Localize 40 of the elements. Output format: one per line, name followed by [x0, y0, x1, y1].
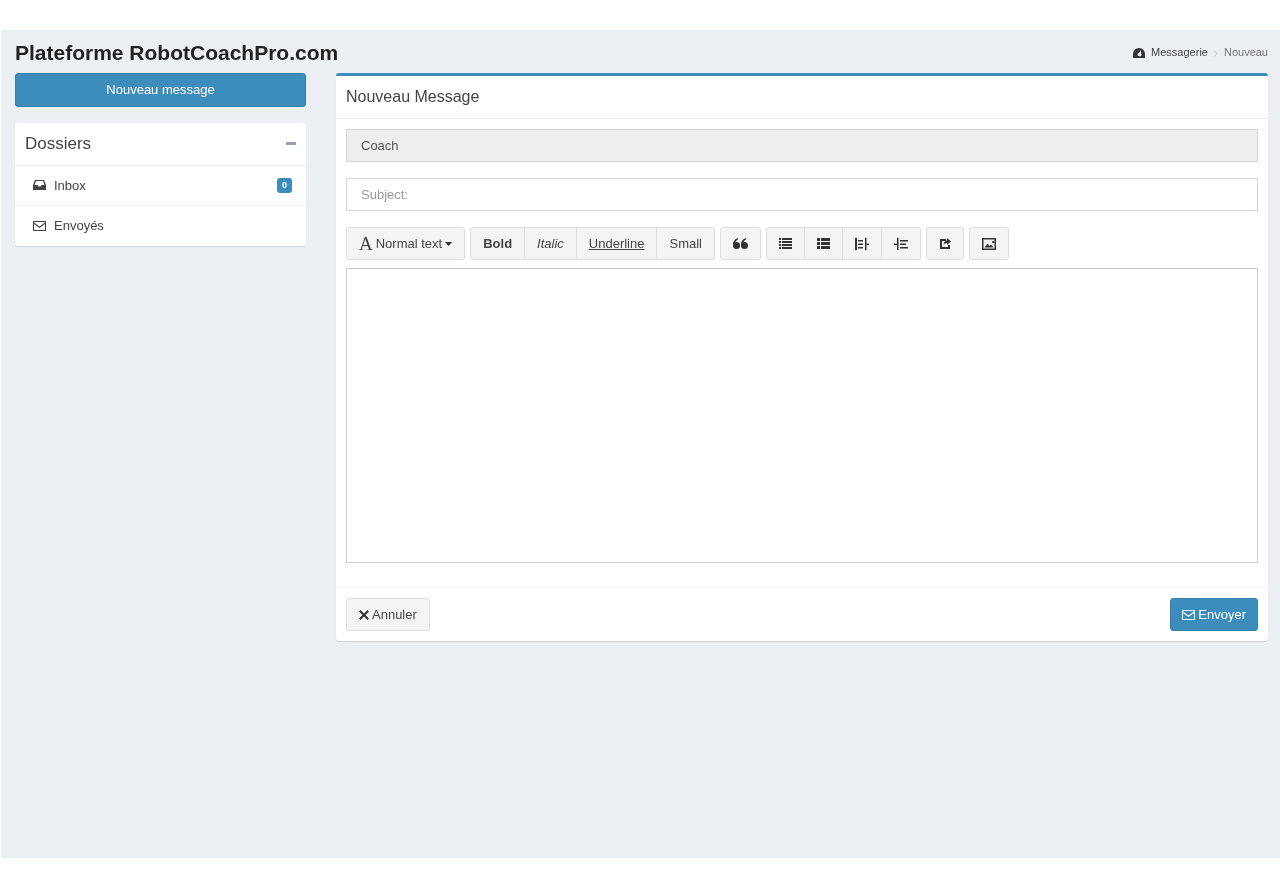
cancel-button[interactable]: Annuler — [346, 598, 430, 632]
quote-icon — [733, 238, 748, 250]
list-ol-button[interactable] — [805, 227, 843, 261]
italic-button[interactable]: Italic — [525, 227, 577, 261]
share-button[interactable] — [926, 227, 964, 261]
small-text-button[interactable]: Small — [657, 227, 715, 261]
envelope-icon — [33, 220, 46, 231]
inbox-icon — [33, 180, 46, 191]
image-button[interactable] — [969, 227, 1009, 261]
close-icon — [359, 609, 369, 620]
text-style-dropdown[interactable]: A Normal text — [346, 227, 466, 261]
image-icon — [982, 237, 996, 250]
subject-field[interactable]: Subject: — [346, 178, 1258, 212]
new-message-button[interactable]: Nouveau message — [15, 73, 306, 108]
quote-button[interactable] — [720, 227, 761, 261]
breadcrumb-link[interactable]: Messagerie — [1151, 44, 1208, 61]
outdent-icon — [855, 237, 869, 250]
folder-label: Envoyés — [54, 217, 104, 236]
count-badge: 0 — [277, 177, 292, 194]
folder-item[interactable]: Inbox 0 — [15, 165, 306, 207]
send-button[interactable]: Envoyer — [1170, 598, 1258, 632]
list-icon — [817, 238, 830, 250]
breadcrumb-link[interactable]: Nouveau — [1223, 44, 1268, 61]
bold-button[interactable]: Bold — [470, 227, 526, 261]
collapse-icon[interactable] — [286, 141, 296, 146]
list-ul-button[interactable] — [766, 227, 805, 261]
outdent-button[interactable] — [843, 227, 882, 261]
share-icon — [939, 237, 951, 250]
page-title: Plateforme RobotCoachPro.com — [15, 40, 339, 66]
caret-icon — [445, 241, 453, 246]
bulleted-list-icon — [779, 238, 792, 250]
panel-title: Nouveau Message — [346, 87, 480, 108]
folder-label: Inbox — [54, 176, 86, 195]
dashboard-icon — [1133, 47, 1146, 58]
envelope-icon — [1182, 609, 1196, 620]
panel-title: Dossiers — [25, 133, 92, 156]
underline-button[interactable]: Underline — [576, 227, 658, 261]
indent-icon — [894, 237, 908, 250]
indent-button[interactable] — [882, 227, 921, 261]
folder-item[interactable]: Envoyés — [15, 206, 306, 246]
